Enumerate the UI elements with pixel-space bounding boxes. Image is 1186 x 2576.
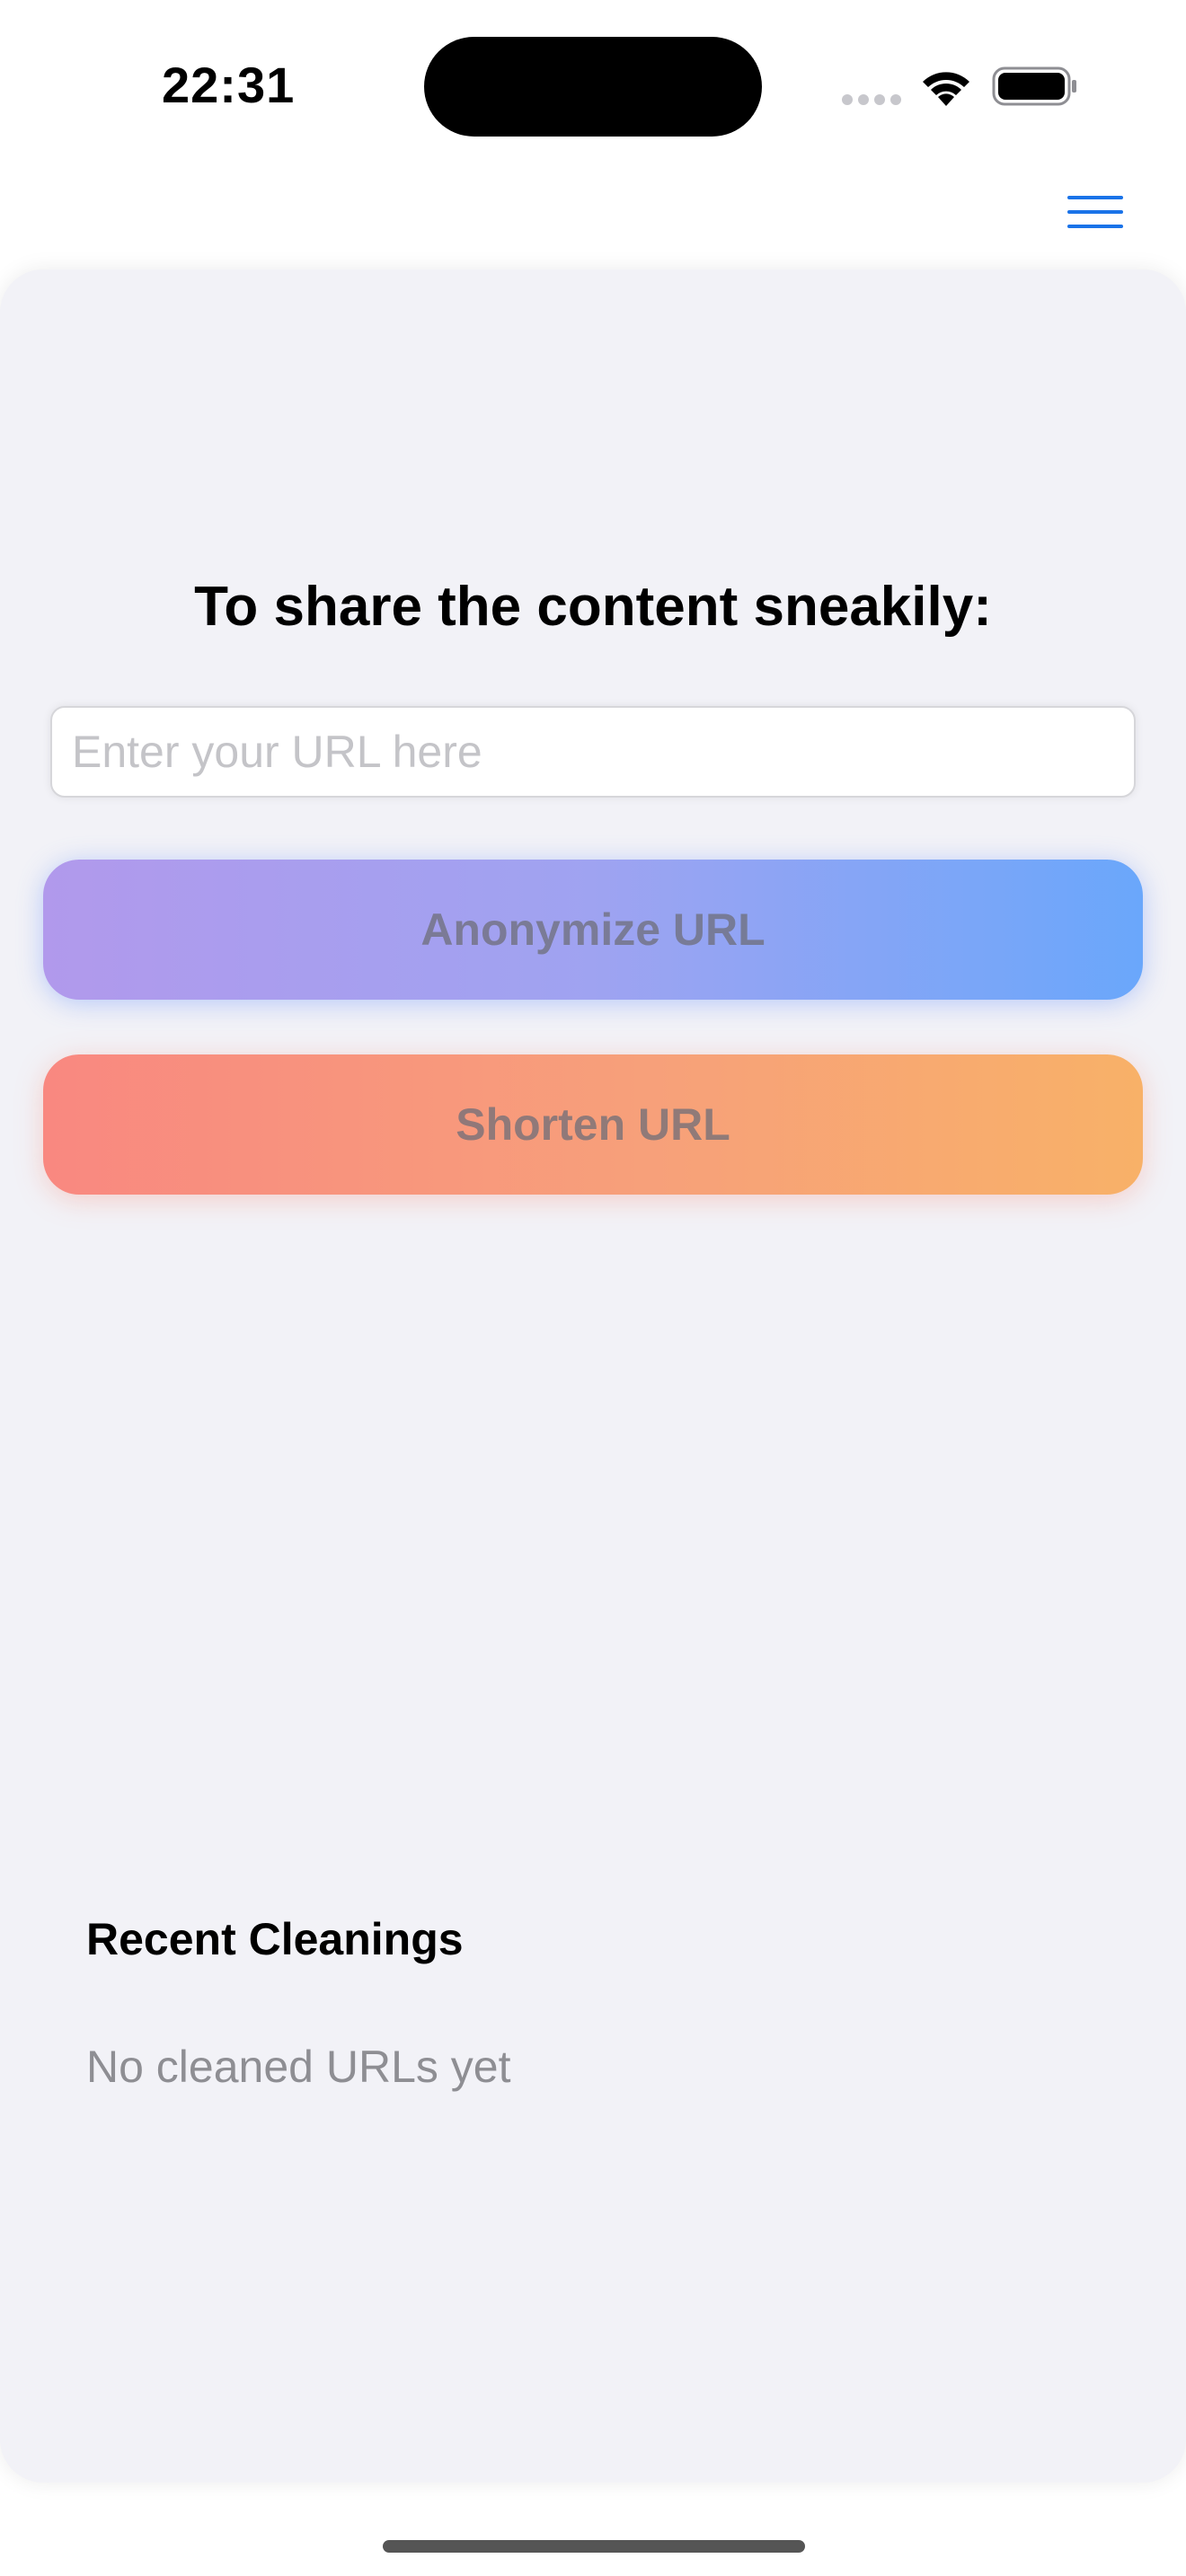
battery-icon <box>992 66 1076 106</box>
dynamic-island <box>424 37 762 137</box>
shorten-url-button[interactable]: Shorten URL <box>43 1054 1143 1195</box>
cellular-signal-icon <box>842 94 901 105</box>
anonymize-url-button[interactable]: Anonymize URL <box>43 860 1143 1000</box>
app-screen: 22:31 To share the content sneakily: Ano… <box>0 0 1186 2576</box>
home-indicator[interactable] <box>383 2540 805 2553</box>
hamburger-menu-icon[interactable] <box>1064 192 1127 232</box>
wifi-icon <box>923 72 969 106</box>
recent-empty-message: No cleaned URLs yet <box>86 2042 511 2092</box>
status-time: 22:31 <box>162 57 296 113</box>
page-heading: To share the content sneakily: <box>194 576 992 638</box>
status-bar: 22:31 <box>0 0 1186 171</box>
main-sheet: To share the content sneakily: Anonymize… <box>0 269 1186 2483</box>
url-input[interactable] <box>50 706 1136 798</box>
recent-cleanings-title: Recent Cleanings <box>86 1914 464 1964</box>
